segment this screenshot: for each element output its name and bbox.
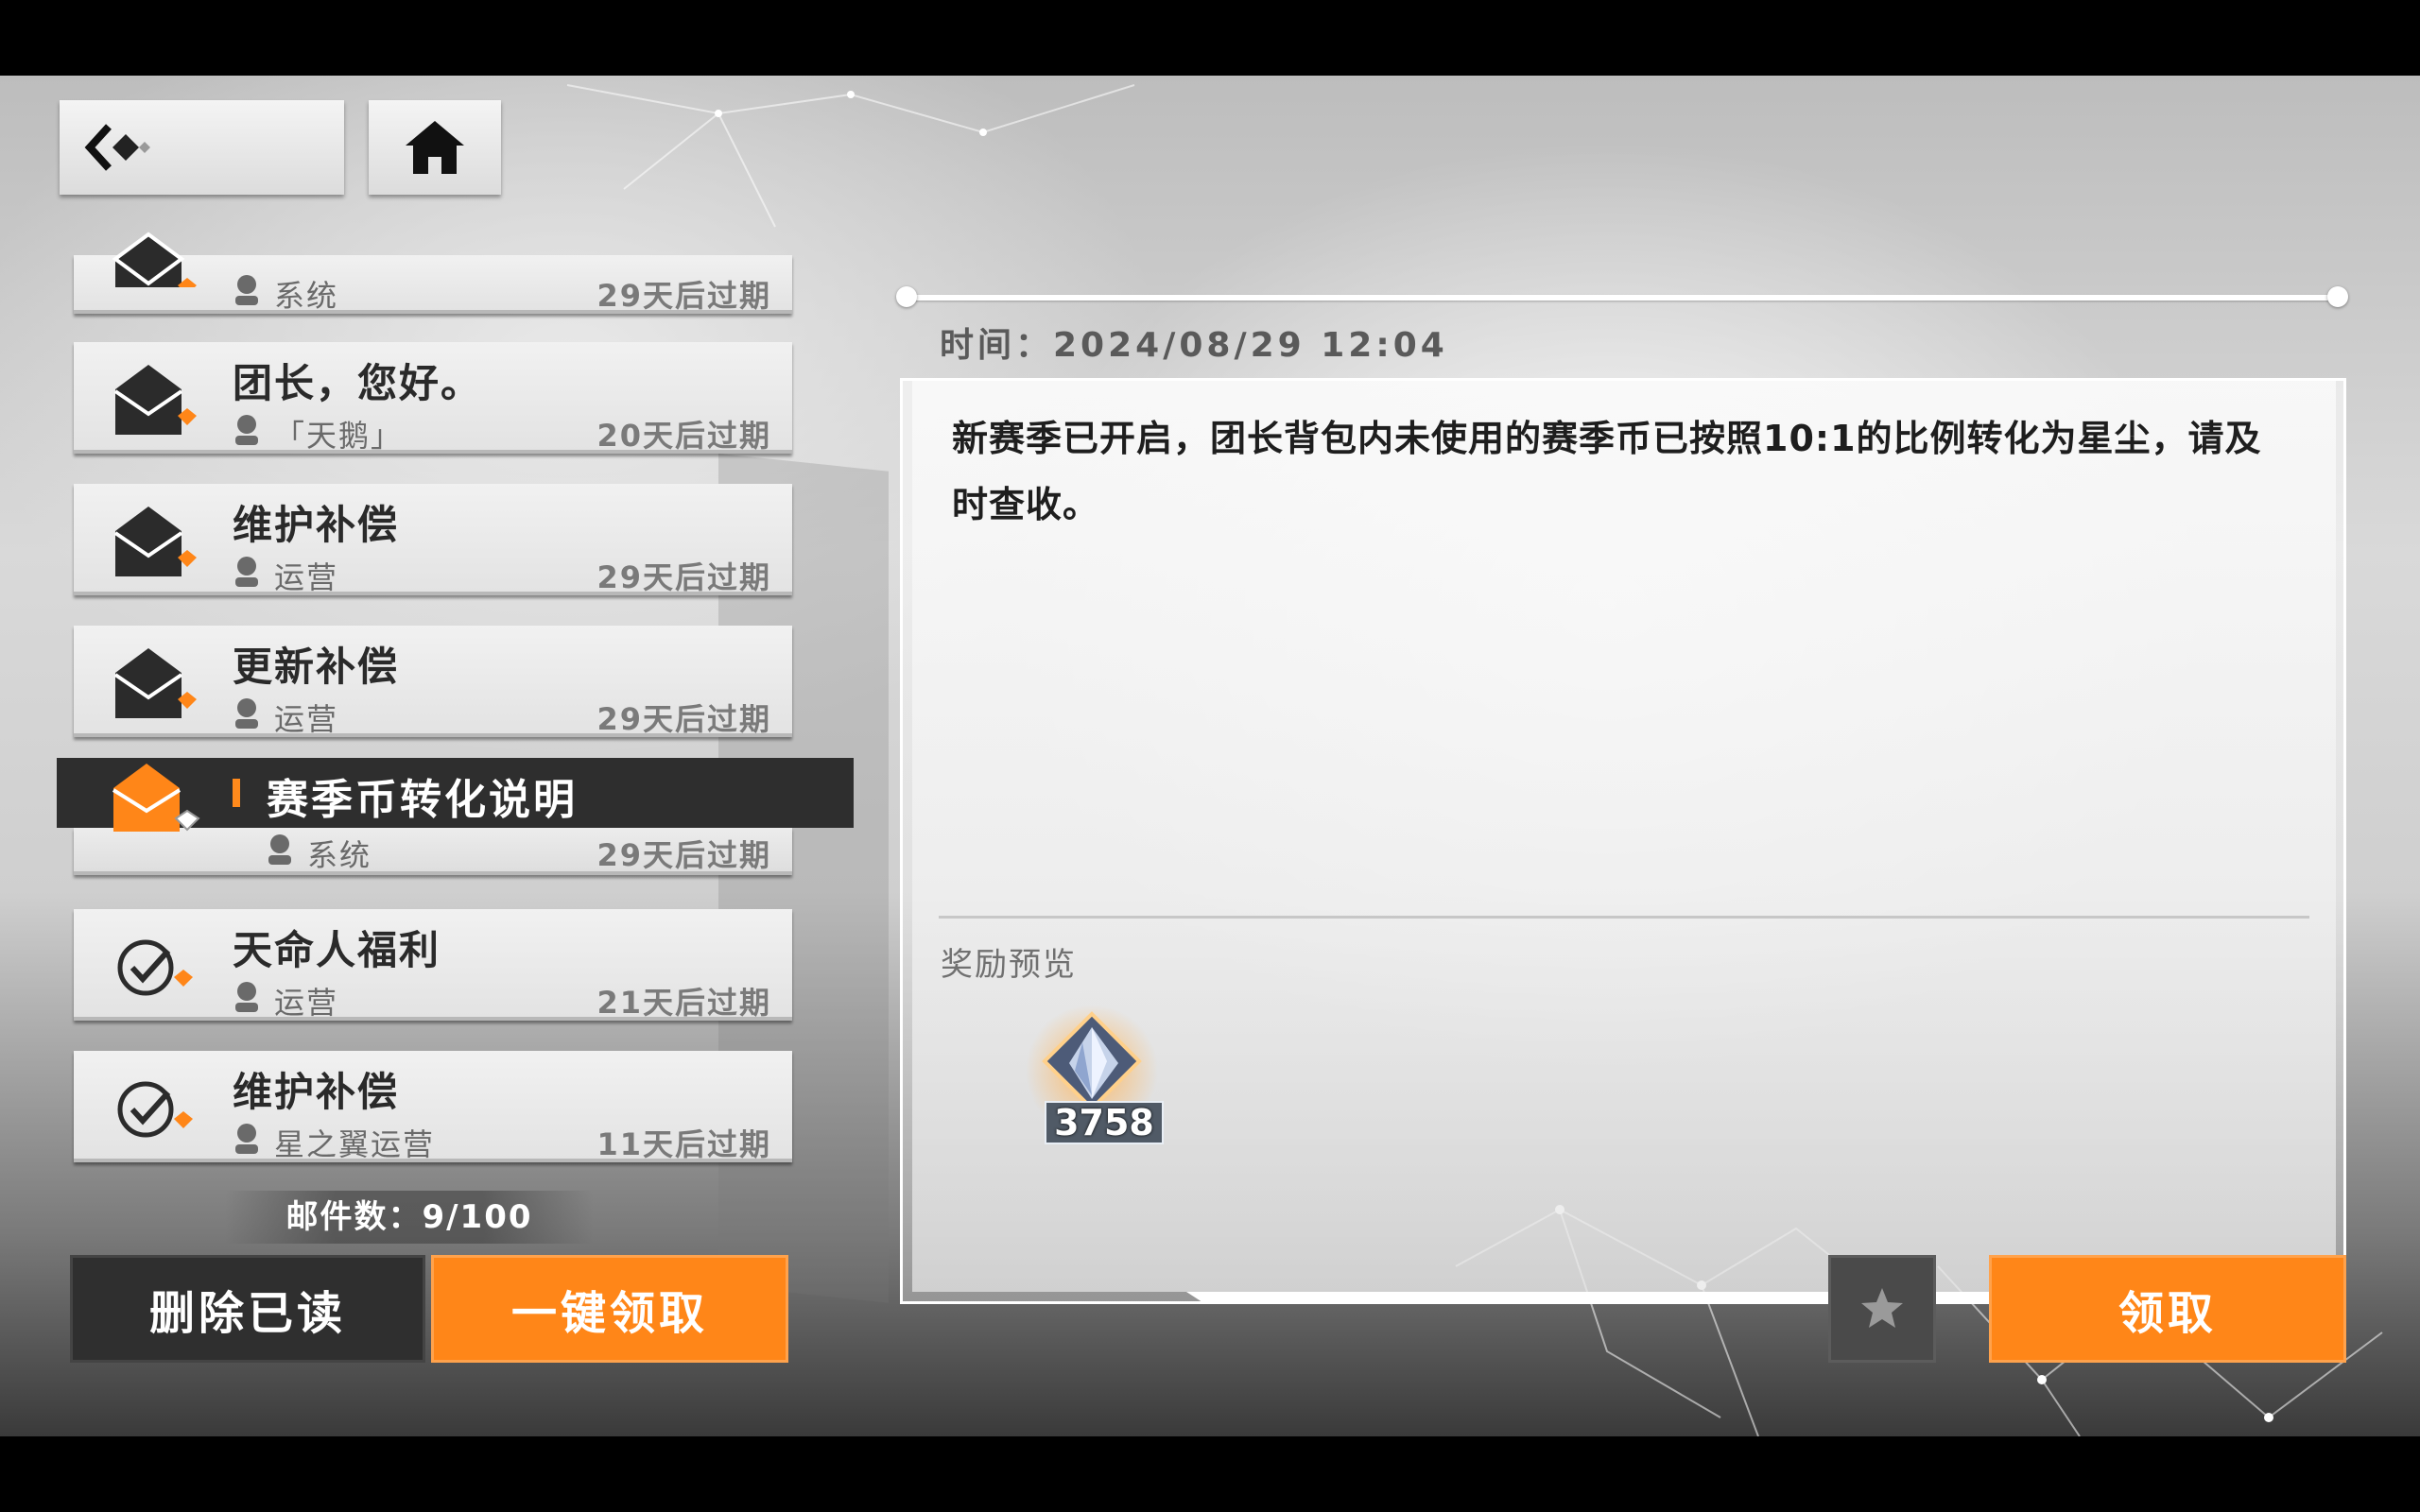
mail-expire: 21天后过期 xyxy=(596,985,771,1021)
mail-expire: 29天后过期 xyxy=(596,837,771,873)
mail-item[interactable]: 天命人福利 运营 21天后过期 xyxy=(74,909,792,1021)
mail-item[interactable]: 团长，您好。 「天鹅」 20天后过期 xyxy=(74,342,792,454)
selected-marker xyxy=(233,779,240,807)
mail-expire: 20天后过期 xyxy=(596,418,771,454)
mail-expire: 29天后过期 xyxy=(596,701,771,737)
mail-expire: 29天后过期 xyxy=(596,278,771,314)
reward-count: 3758 xyxy=(1045,1101,1164,1144)
delete-read-button[interactable]: 删除已读 xyxy=(70,1255,425,1363)
mail-body: 新赛季已开启，团长背包内未使用的赛季币已按照10:1的比例转化为星尘，请及 时查… xyxy=(952,405,2313,538)
sender-icon xyxy=(235,1124,258,1154)
sender-icon xyxy=(235,982,258,1012)
reward-preview-label: 奖励预览 xyxy=(941,946,1077,984)
mail-sender: 「天鹅」 xyxy=(274,418,404,454)
divider-dot xyxy=(2327,286,2348,307)
mail-sender: 运营 xyxy=(274,701,339,737)
claimed-check-icon xyxy=(112,1070,197,1145)
orange-envelope-icon xyxy=(110,760,204,835)
mail-item[interactable]: 更新补偿 运营 29天后过期 xyxy=(74,626,792,737)
mail-expire: 29天后过期 xyxy=(596,559,771,595)
mail-count: 邮件数：9/100 xyxy=(225,1191,594,1244)
divider-dot xyxy=(896,286,917,307)
letterbox-top xyxy=(0,0,2420,76)
mail-title: 天命人福利 xyxy=(233,927,441,973)
mail-time: 时间：2024/08/29 12:04 xyxy=(940,326,1448,365)
mail-sender: 系统 xyxy=(274,278,339,314)
mail-detail-panel: 新赛季已开启，团长背包内未使用的赛季币已按照10:1的比例转化为星尘，请及 时查… xyxy=(900,378,2346,1304)
sender-icon xyxy=(235,275,258,305)
mail-content-area: 新赛季已开启，团长背包内未使用的赛季币已按照10:1的比例转化为星尘，请及 时查… xyxy=(912,381,2336,1292)
mail-sender: 系统 xyxy=(307,837,372,873)
mail-title: 赛季币转化说明 xyxy=(267,776,578,824)
mail-title: 维护补偿 xyxy=(233,1069,400,1115)
favorite-button[interactable] xyxy=(1828,1255,1936,1363)
sender-icon xyxy=(235,415,258,445)
mail-item[interactable]: 系统 29天后过期 xyxy=(74,232,792,314)
opened-envelope-icon xyxy=(112,503,197,578)
sender-icon xyxy=(235,698,258,729)
mail-item-selected[interactable]: 赛季币转化说明 xyxy=(57,758,854,832)
envelope-icon xyxy=(112,231,197,287)
mail-sender: 运营 xyxy=(274,559,339,595)
mail-sender: 星之翼运营 xyxy=(274,1126,436,1162)
letterbox-bottom xyxy=(0,1436,2420,1512)
mail-body-line: 时查收。 xyxy=(952,484,1100,525)
sender-icon xyxy=(235,557,258,587)
opened-envelope-icon xyxy=(112,644,197,720)
star-icon xyxy=(1861,1288,1903,1328)
mail-screen: 系统 29天后过期 团长，您好。 「天鹅」 20天后过期 维护补偿 运营 29天… xyxy=(0,76,2420,1436)
reward-item[interactable]: 3758 xyxy=(1016,1005,1164,1146)
claim-button[interactable]: 领取 xyxy=(1989,1255,2346,1363)
claim-all-button[interactable]: 一键领取 xyxy=(431,1255,788,1363)
mail-list: 系统 29天后过期 团长，您好。 「天鹅」 20天后过期 维护补偿 运营 29天… xyxy=(0,76,870,1436)
sender-icon xyxy=(268,834,291,865)
mail-sender: 运营 xyxy=(274,985,339,1021)
mail-item[interactable]: 维护补偿 星之翼运营 11天后过期 xyxy=(74,1051,792,1162)
mail-title: 更新补偿 xyxy=(233,644,400,690)
opened-envelope-icon xyxy=(112,361,197,437)
mail-item[interactable]: 维护补偿 运营 29天后过期 xyxy=(74,484,792,595)
claimed-check-icon xyxy=(112,928,197,1004)
mail-title: 团长，您好。 xyxy=(233,360,483,406)
mail-title: 维护补偿 xyxy=(233,502,400,548)
detail-divider xyxy=(906,295,2339,301)
mail-expire: 11天后过期 xyxy=(596,1126,771,1162)
mail-body-line: 新赛季已开启，团长背包内未使用的赛季币已按照10:1的比例转化为星尘，请及 xyxy=(952,418,2262,459)
reward-divider xyxy=(939,916,2309,919)
